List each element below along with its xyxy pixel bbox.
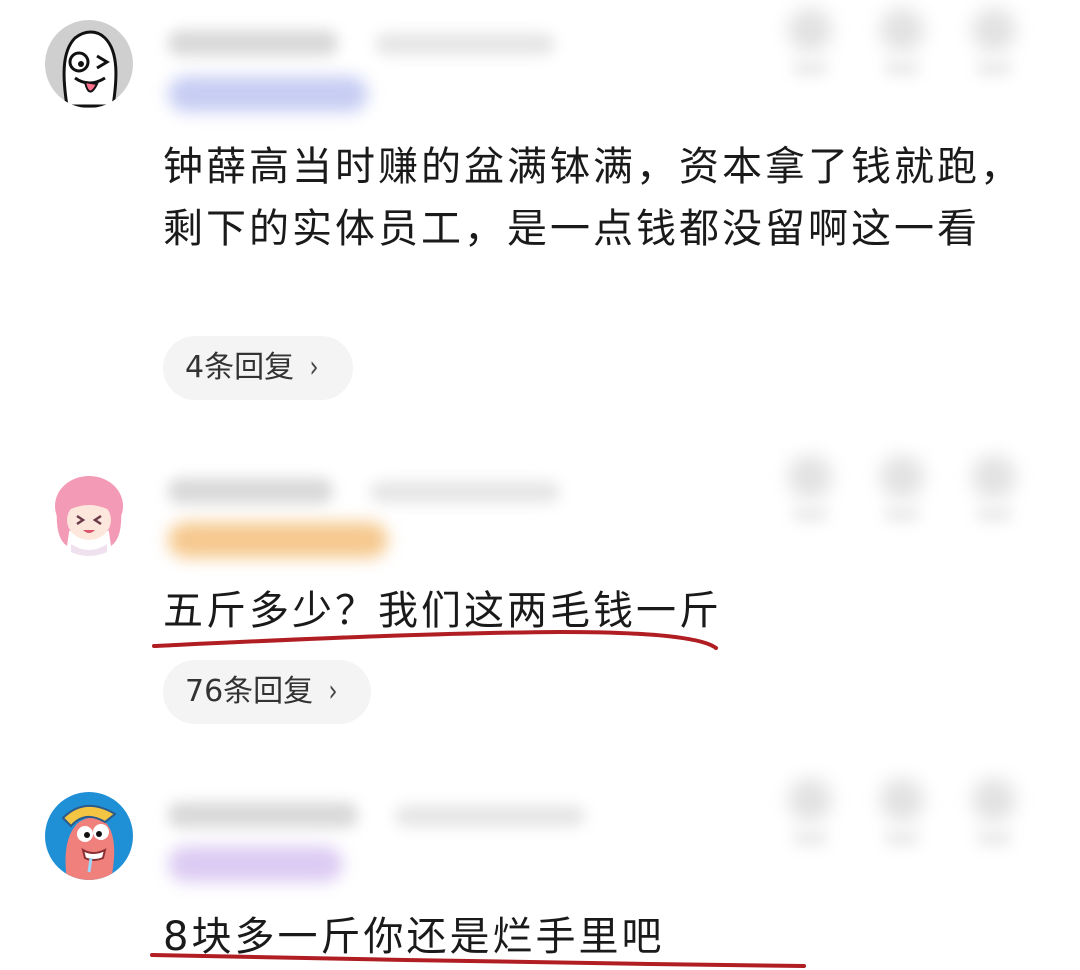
like-icon[interactable] — [788, 778, 832, 822]
comment-meta-blurred — [395, 805, 585, 827]
reply-count-blurred — [884, 830, 920, 846]
username-blurred[interactable] — [168, 802, 358, 828]
share-icon[interactable] — [972, 778, 1016, 822]
user-badge-blurred — [168, 846, 343, 882]
share-count-blurred — [976, 830, 1012, 846]
comment-item: 8块多一斤你还是烂手里吧 — [0, 0, 1080, 970]
comment-text: 8块多一斤你还是烂手里吧 — [163, 914, 665, 960]
pink-fish-cartoon-icon[interactable] — [45, 792, 133, 880]
like-count-blurred — [792, 830, 828, 846]
reply-icon[interactable] — [880, 778, 924, 822]
comment-list: 钟薛高当时赚的盆满钵满，资本拿了钱就跑，剩下的实体员工，是一点钱都没留啊这一看 … — [0, 0, 1080, 970]
